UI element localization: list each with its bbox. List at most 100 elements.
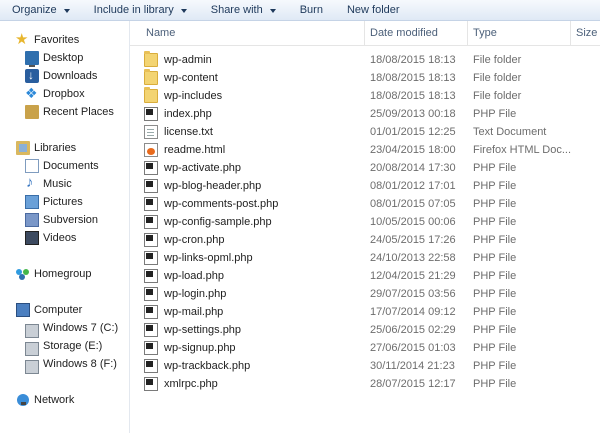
file-date-modified: 25/09/2013 00:18 bbox=[370, 108, 456, 120]
column-header-size[interactable]: Size bbox=[570, 21, 600, 45]
column-header-date[interactable]: Date modified bbox=[364, 21, 466, 45]
nav-item-desktop[interactable]: Desktop bbox=[25, 49, 83, 67]
file-date-modified: 18/08/2015 18:13 bbox=[370, 72, 456, 84]
column-header-size-label: Size bbox=[576, 27, 598, 39]
organize-button[interactable]: Organize bbox=[0, 0, 82, 20]
file-row[interactable]: xmlrpc.php 28/07/2015 12:17 PHP File bbox=[130, 375, 600, 393]
file-name-cell: wp-content bbox=[144, 69, 218, 87]
nav-item-label: Music bbox=[43, 178, 72, 190]
php-file-icon bbox=[144, 341, 158, 355]
column-header-type[interactable]: Type bbox=[467, 21, 569, 45]
file-row[interactable]: wp-signup.php 27/06/2015 01:03 PHP File bbox=[130, 339, 600, 357]
file-name-cell: wp-signup.php bbox=[144, 339, 236, 357]
file-date-modified: 29/07/2015 03:56 bbox=[370, 288, 456, 300]
new-folder-button[interactable]: New folder bbox=[335, 0, 412, 20]
file-date-modified: 12/04/2015 21:29 bbox=[370, 270, 456, 282]
folder-file-icon bbox=[144, 51, 158, 67]
nav-item-pictures[interactable]: Pictures bbox=[25, 193, 83, 211]
nav-homegroup-label: Homegroup bbox=[34, 268, 92, 280]
file-type: Firefox HTML Doc... bbox=[473, 144, 571, 156]
file-name: xmlrpc.php bbox=[164, 378, 218, 390]
nav-libraries[interactable]: Libraries bbox=[16, 139, 76, 157]
file-type: PHP File bbox=[473, 270, 517, 282]
nav-item-label: Storage (E:) bbox=[43, 340, 103, 352]
file-date-modified: 10/05/2015 00:06 bbox=[370, 216, 456, 228]
file-list-pane: Name Date modified Type Size wp-admin 18/… bbox=[130, 21, 600, 433]
navigation-pane: Favorites Desktop Downloads Dropbox Rece… bbox=[0, 21, 130, 433]
pictures-icon bbox=[25, 195, 39, 209]
nav-item-downloads[interactable]: Downloads bbox=[25, 67, 97, 85]
downloads-icon bbox=[25, 68, 39, 83]
videos-icon bbox=[25, 231, 39, 245]
burn-button[interactable]: Burn bbox=[288, 0, 335, 20]
file-type: File folder bbox=[473, 72, 522, 84]
file-row[interactable]: wp-trackback.php 30/11/2014 21:23 PHP File bbox=[130, 357, 600, 375]
nav-computer-label: Computer bbox=[34, 304, 83, 316]
file-row[interactable]: wp-settings.php 25/06/2015 02:29 PHP File bbox=[130, 321, 600, 339]
share-with-button[interactable]: Share with bbox=[199, 0, 288, 20]
nav-item-drive-e[interactable]: Storage (E:) bbox=[25, 337, 103, 356]
file-row[interactable]: wp-cron.php 24/05/2015 17:26 PHP File bbox=[130, 231, 600, 249]
file-type: File folder bbox=[473, 90, 522, 102]
file-row[interactable]: wp-content 18/08/2015 18:13 File folder bbox=[130, 69, 600, 87]
file-type: PHP File bbox=[473, 108, 517, 120]
file-row[interactable]: wp-comments-post.php 08/01/2015 07:05 PHP … bbox=[130, 195, 600, 213]
html-file-icon bbox=[144, 143, 158, 157]
file-row[interactable]: wp-links-opml.php 24/10/2013 22:58 PHP Fil… bbox=[130, 249, 600, 267]
documents-icon bbox=[25, 159, 39, 173]
desktop-icon bbox=[25, 51, 39, 67]
nav-item-drive-c[interactable]: Windows 7 (C:) bbox=[25, 319, 118, 338]
nav-item-videos[interactable]: Videos bbox=[25, 229, 76, 247]
file-row[interactable]: wp-blog-header.php 08/01/2012 17:01 PHP Fi… bbox=[130, 177, 600, 195]
file-type: PHP File bbox=[473, 180, 517, 192]
txt-file-icon bbox=[144, 125, 158, 139]
file-date-modified: 01/01/2015 12:25 bbox=[370, 126, 456, 138]
php-file-icon bbox=[144, 323, 158, 337]
nav-item-recent-places[interactable]: Recent Places bbox=[25, 103, 114, 121]
file-row[interactable]: wp-includes 18/08/2015 18:13 File folder bbox=[130, 87, 600, 105]
include-in-library-button[interactable]: Include in library bbox=[82, 0, 199, 20]
file-name-cell: wp-cron.php bbox=[144, 231, 225, 249]
nav-item-drive-f[interactable]: Windows 8 (F:) bbox=[25, 355, 117, 374]
nav-computer[interactable]: Computer bbox=[16, 301, 82, 319]
file-row[interactable]: wp-login.php 29/07/2015 03:56 PHP File bbox=[130, 285, 600, 303]
burn-label: Burn bbox=[299, 4, 323, 16]
file-name-cell: wp-admin bbox=[144, 51, 212, 69]
nav-network[interactable]: Network bbox=[16, 391, 74, 409]
nav-item-subversion[interactable]: Subversion bbox=[25, 211, 98, 229]
php-file-icon bbox=[144, 359, 158, 373]
nav-homegroup[interactable]: Homegroup bbox=[16, 265, 91, 283]
nav-item-label: Subversion bbox=[43, 214, 99, 226]
file-name: wp-links-opml.php bbox=[164, 252, 253, 264]
file-row[interactable]: wp-activate.php 20/08/2014 17:30 PHP File bbox=[130, 159, 600, 177]
file-name: wp-load.php bbox=[164, 270, 224, 282]
computer-icon bbox=[16, 303, 30, 317]
file-date-modified: 28/07/2015 12:17 bbox=[370, 378, 456, 390]
nav-item-label: Documents bbox=[43, 160, 99, 172]
file-name-cell: wp-mail.php bbox=[144, 303, 223, 321]
file-row[interactable]: wp-config-sample.php 10/05/2015 00:06 PHP … bbox=[130, 213, 600, 231]
file-row[interactable]: wp-load.php 12/04/2015 21:29 PHP File bbox=[130, 267, 600, 285]
nav-favorites[interactable]: Favorites bbox=[15, 30, 79, 49]
nav-item-documents[interactable]: Documents bbox=[25, 157, 99, 175]
file-type: PHP File bbox=[473, 306, 517, 318]
include-in-library-label: Include in library bbox=[93, 4, 174, 16]
file-name-cell: license.txt bbox=[144, 123, 213, 141]
nav-item-music[interactable]: Music bbox=[25, 174, 72, 193]
file-row[interactable]: license.txt 01/01/2015 12:25 Text Document bbox=[130, 123, 600, 141]
file-row[interactable]: readme.html 23/04/2015 18:00 Firefox HTML … bbox=[130, 141, 600, 159]
file-row[interactable]: wp-mail.php 17/07/2014 09:12 PHP File bbox=[130, 303, 600, 321]
file-name-cell: wp-load.php bbox=[144, 267, 224, 285]
nav-item-dropbox[interactable]: Dropbox bbox=[25, 85, 85, 103]
column-header-name[interactable]: Name bbox=[140, 21, 366, 45]
file-date-modified: 20/08/2014 17:30 bbox=[370, 162, 456, 174]
file-name: wp-admin bbox=[164, 54, 212, 66]
file-row[interactable]: index.php 25/09/2013 00:18 PHP File bbox=[130, 105, 600, 123]
php-file-icon bbox=[144, 215, 158, 229]
drive-icon bbox=[25, 342, 39, 356]
file-type: Text Document bbox=[473, 126, 547, 138]
drive-icon bbox=[25, 360, 39, 374]
php-file-icon bbox=[144, 179, 158, 193]
file-row[interactable]: wp-admin 18/08/2015 18:13 File folder bbox=[130, 51, 600, 69]
file-date-modified: 24/05/2015 17:26 bbox=[370, 234, 456, 246]
